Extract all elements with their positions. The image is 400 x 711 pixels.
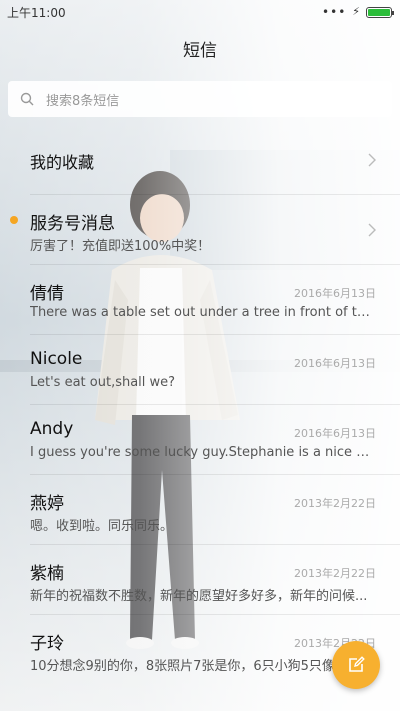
contact-name: 燕婷	[30, 494, 64, 514]
contact-name: 紫楠	[30, 564, 64, 584]
service-preview: 厉害了！充值即送100%中奖！	[30, 239, 211, 254]
search-icon	[20, 92, 34, 106]
message-preview: 嗯。收到啦。同乐同乐。	[30, 519, 174, 534]
chevron-right-icon	[368, 223, 376, 237]
unread-dot	[10, 216, 18, 224]
favorites-label: 我的收藏	[30, 153, 95, 172]
search-box[interactable]: 搜索8条短信	[8, 81, 392, 117]
conversation-item[interactable]: 倩倩 2016年6月13日 There was a table set out …	[0, 265, 400, 335]
contact-name: 子玲	[30, 634, 64, 654]
signal-icon: •••	[322, 5, 347, 19]
message-preview: Let's eat out,shall we?	[30, 375, 176, 390]
status-bar: 上午11:00 ••• ⚡	[0, 0, 400, 24]
status-time: 上午11:00	[7, 6, 66, 20]
conversation-item[interactable]: Nicole 2016年6月13日 Let's eat out,shall we…	[0, 335, 400, 405]
message-preview: 新年的祝福数不胜数，新年的愿望好多好多，新年的问候...	[30, 589, 368, 604]
compose-button[interactable]	[332, 641, 380, 689]
conversation-item[interactable]: 燕婷 2013年2月22日 嗯。收到啦。同乐同乐。	[0, 475, 400, 545]
status-icons: ••• ⚡	[322, 5, 394, 19]
service-label: 服务号消息	[30, 214, 115, 234]
battery-icon	[366, 6, 394, 18]
message-date: 2016年6月13日	[294, 357, 376, 370]
search-placeholder: 搜索8条短信	[46, 93, 120, 109]
message-preview: There was a table set out under a tree i…	[30, 305, 376, 320]
service-messages-row[interactable]: 服务号消息 厉害了！充值即送100%中奖！	[0, 195, 400, 265]
battery-level	[368, 8, 390, 16]
page-title: 短信	[183, 41, 217, 61]
conversation-item[interactable]: Andy 2016年6月13日 I guess you're some luck…	[0, 405, 400, 475]
message-date: 2013年2月22日	[294, 567, 376, 580]
contact-name: Nicole	[30, 349, 83, 369]
contact-name: 倩倩	[30, 284, 64, 304]
conversation-item[interactable]: 紫楠 2013年2月22日 新年的祝福数不胜数，新年的愿望好多好多，新年的问候.…	[0, 545, 400, 615]
chevron-right-icon	[368, 153, 376, 167]
message-date: 2013年2月22日	[294, 497, 376, 510]
message-preview: I guess you're some lucky guy.Stephanie …	[30, 445, 376, 460]
favorites-row[interactable]: 我的收藏	[0, 125, 400, 195]
message-preview: 10分想念9别的你，8张照片7张是你，6只小狗5只像你	[30, 659, 348, 674]
contact-name: Andy	[30, 419, 74, 439]
compose-icon	[349, 656, 365, 672]
charging-icon: ⚡	[352, 5, 360, 18]
message-date: 2016年6月13日	[294, 287, 376, 300]
message-date: 2016年6月13日	[294, 427, 376, 440]
